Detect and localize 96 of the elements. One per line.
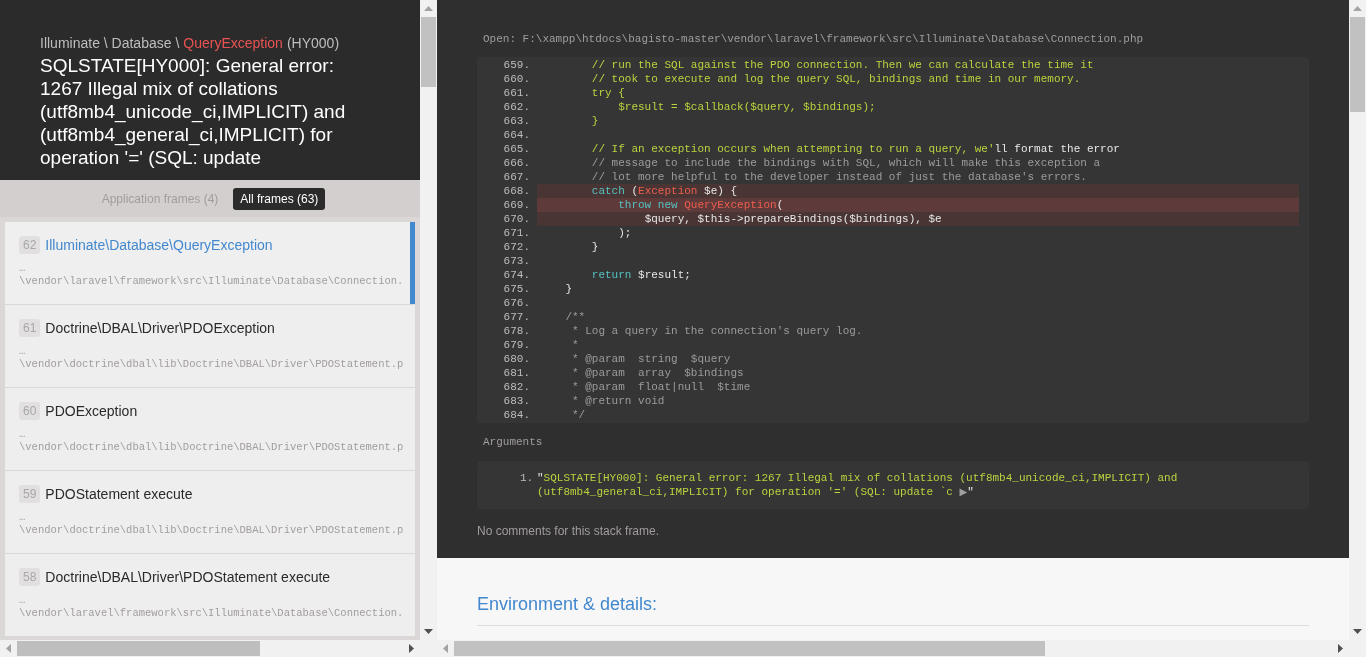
exception-namespace: Illuminate \ Database \: [40, 34, 180, 52]
frame-index: 62: [19, 236, 41, 254]
path-ellipsis: …: [19, 594, 26, 607]
frame-item[interactable]: 59 PDOStatement execute … \vendor\doctrine\dbal\lib\Doctrine\DBAL\Driver\PDOStatement.p: [5, 471, 415, 553]
exception-class: QueryException: [183, 34, 283, 52]
argument-number: 1.: [520, 471, 533, 485]
frame-index: 61: [19, 319, 41, 337]
frame-item[interactable]: 60 PDOException … \vendor\doctrine\dbal\lib\Doctrine\DBAL\Driver\PDOStatement.p: [5, 388, 415, 470]
file-path: \vendor\doctrine\dbal\lib\Doctrine\DBAL\Driver\PDOStatement.p: [19, 441, 404, 454]
file-path: \vendor\doctrine\dbal\lib\Doctrine\DBAL\Driver\PDOStatement.p: [19, 358, 404, 371]
line-number: 666.: [503, 156, 530, 170]
frame-class: PDOException: [45, 402, 138, 420]
scroll-right-arrow-icon[interactable]: [409, 644, 414, 653]
code-line: }: [591, 240, 599, 254]
path-ellipsis: …: [19, 262, 26, 275]
scrollbar-thumb[interactable]: [17, 641, 260, 656]
path-ellipsis: …: [19, 428, 26, 441]
scrollbar-thumb[interactable]: [454, 641, 1045, 656]
frame-class: Illuminate\Database\QueryException: [45, 236, 273, 254]
code-line: }: [591, 114, 599, 128]
path-ellipsis: …: [19, 511, 26, 524]
line-number: 664.: [503, 128, 530, 142]
line-number: 659.: [503, 58, 530, 72]
line-number: 670.: [503, 212, 530, 226]
frame-index: 58: [19, 568, 41, 586]
line-number: 668.: [503, 184, 530, 198]
frame-item[interactable]: 61 Doctrine\DBAL\Driver\PDOException … \vendor\doctrine\dbal\lib\Doctrine\DBAL\Driver\PDOStatement.p: [5, 305, 415, 387]
scroll-down-arrow-icon[interactable]: [424, 629, 433, 634]
frame-filter-tab[interactable]: All frames (63): [233, 187, 326, 210]
line-number: 673.: [503, 254, 530, 268]
code-line: throw new QueryException(: [618, 198, 784, 212]
line-number: 660.: [503, 72, 530, 86]
line-number: 663.: [503, 114, 530, 128]
line-number: 675.: [503, 282, 530, 296]
scroll-left-arrow-icon[interactable]: [6, 644, 11, 653]
line-number: 679.: [503, 338, 530, 352]
code-line: $result = $callback($query, $bindings);: [618, 100, 876, 114]
file-path: \vendor\laravel\framework\src\Illuminate\Database\Connection.: [19, 607, 404, 620]
code-line: * @param string $query: [572, 352, 731, 366]
frame-item[interactable]: 58 Doctrine\DBAL\Driver\PDOStatement execute … \vendor\laravel\framework\src\Illuminate\Database\Connection.: [5, 554, 415, 636]
line-number: 669.: [503, 198, 530, 212]
code-line: );: [618, 226, 632, 240]
line-number: 680.: [503, 352, 530, 366]
line-number: 684.: [503, 408, 530, 422]
line-number: 667.: [503, 170, 530, 184]
frame-class: Doctrine\DBAL\Driver\PDOStatement execute: [45, 568, 331, 586]
code-line: * @param float|null $time: [572, 380, 751, 394]
code-line: // took to execute and log the query SQL, bindings and time in our memory.: [591, 72, 1081, 86]
line-number: 671.: [503, 226, 530, 240]
code-line: * Log a query in the connection's query log.: [572, 324, 863, 338]
code-line: }: [565, 282, 572, 296]
scroll-up-arrow-icon[interactable]: [1353, 6, 1362, 11]
open-file-path: Open: F:\xampp\htdocs\bagisto-master\vendor\laravel\framework\src\Illuminate\Database\Connection.php: [483, 32, 1144, 46]
scrollbar-thumb[interactable]: [421, 17, 436, 87]
frame-class: Doctrine\DBAL\Driver\PDOException: [45, 319, 275, 337]
frame-class: PDOStatement execute: [45, 485, 193, 503]
no-comments-text: No comments for this stack frame.: [477, 524, 660, 538]
code-line: *: [572, 338, 579, 352]
line-number: 661.: [503, 86, 530, 100]
line-number: 682.: [503, 380, 530, 394]
file-path: \vendor\laravel\framework\src\Illuminate\Database\Connection.: [19, 275, 404, 288]
argument-value: "SQLSTATE[HY000]: General error: 1267 Illegal mix of collations (utf8mb4_unicode_ci,IMPLICIT) and (utf8mb4_general_ci,IMPLICIT) for operation '=' (SQL: update `c ▶": [537, 471, 1179, 499]
code-line: return $result;: [591, 268, 691, 282]
code-line: * @param array $bindings: [572, 366, 744, 380]
line-number: 681.: [503, 366, 530, 380]
line-number: 678.: [503, 324, 530, 338]
scroll-down-arrow-icon[interactable]: [1353, 629, 1362, 634]
code-line: $query, $this->prepareBindings($bindings), $e: [644, 212, 942, 226]
line-number: 676.: [503, 296, 530, 310]
line-number: 674.: [503, 268, 530, 282]
section-heading: Environment & details:: [477, 593, 658, 615]
frame-index: 59: [19, 485, 41, 503]
exception-message: SQLSTATE[HY000]: General error: 1267 Illegal mix of collations (utf8mb4_unicode_ci,IMPLICIT) and (utf8mb4_general_ci,IMPLICIT) for operation '=' (SQL: update: [40, 54, 347, 169]
line-number: 677.: [503, 310, 530, 324]
line-number: 683.: [503, 394, 530, 408]
arguments-label: Arguments: [483, 435, 543, 449]
code-line: // message to include the bindings with SQL, which will make this exception a: [591, 156, 1101, 170]
code-line: /**: [565, 310, 586, 324]
code-line: * @return void: [572, 394, 665, 408]
code-line: // If an exception occurs when attempting to run a query, we'll format the error: [591, 142, 1120, 156]
exception-code: (HY000): [286, 34, 340, 52]
code-line: catch (Exception $e) {: [591, 184, 738, 198]
scrollbar-thumb[interactable]: [1350, 17, 1365, 112]
line-number: 662.: [503, 100, 530, 114]
code-line: try {: [591, 86, 625, 100]
code-line: */: [572, 408, 586, 422]
scroll-up-arrow-icon[interactable]: [424, 6, 433, 11]
frame-index: 60: [19, 402, 41, 420]
file-path: \vendor\doctrine\dbal\lib\Doctrine\DBAL\Driver\PDOStatement.p: [19, 524, 404, 537]
scroll-left-arrow-icon[interactable]: [443, 644, 448, 653]
line-number: 672.: [503, 240, 530, 254]
line-number: 665.: [503, 142, 530, 156]
code-line: // lot more helpful to the developer instead of just the database's errors.: [591, 170, 1087, 184]
scroll-right-arrow-icon[interactable]: [1338, 644, 1343, 653]
path-ellipsis: …: [19, 345, 26, 358]
code-line: // run the SQL against the PDO connection. Then we can calculate the time it: [591, 58, 1094, 72]
